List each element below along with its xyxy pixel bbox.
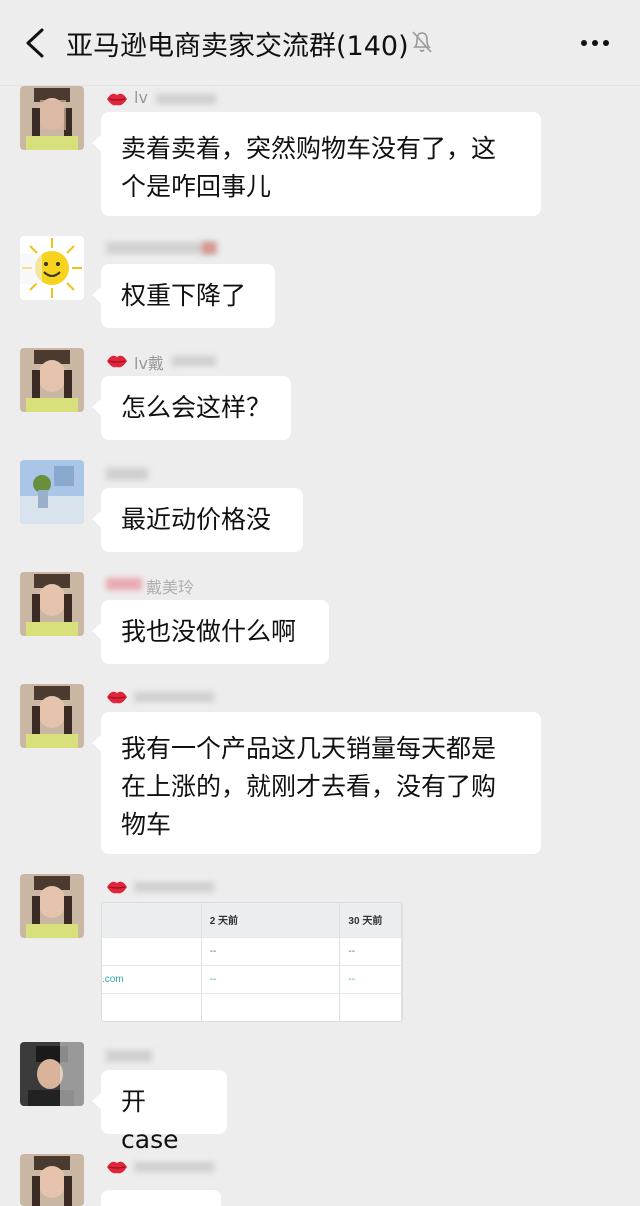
avatar[interactable] (20, 348, 84, 412)
message-item: 戴美玲 我也没做什么啊 (0, 572, 640, 672)
message-item: 开 case (0, 1042, 640, 1154)
message-item: lv戴 怎么会这样？ (0, 348, 640, 448)
message-line: 物车 (121, 810, 172, 839)
avatar[interactable] (20, 572, 84, 636)
avatar[interactable] (20, 86, 84, 150)
message-line: 权重下降了 (121, 281, 247, 310)
table-cell: -- (339, 937, 402, 966)
sender-name-redacted (156, 94, 216, 104)
message-bubble[interactable] (101, 1190, 221, 1206)
message-item (0, 1154, 640, 1206)
chevron-left-icon[interactable] (22, 26, 52, 60)
sender-name-redacted (134, 882, 214, 892)
avatar[interactable] (20, 1154, 84, 1206)
sender-name (106, 238, 226, 260)
message-item: 权重下降了 (0, 236, 640, 336)
screenshot-table: 2 天前 30 天前 -- -- .com -- -- (102, 903, 402, 1021)
sender-name (106, 876, 226, 898)
image-message[interactable]: 2 天前 30 天前 -- -- .com -- -- (101, 902, 403, 1022)
table-header-cell: 2 天前 (201, 903, 341, 938)
table-cell: -- (201, 937, 341, 966)
avatar[interactable] (20, 874, 84, 938)
message-bubble[interactable]: 卖着卖着，突然购物车没有了，这 个是咋回事儿 (92, 112, 541, 216)
message-line: 我也没做什么啊 (121, 617, 297, 646)
sender-name-redacted (106, 468, 148, 480)
message-line: 最近动价格没 (121, 505, 272, 534)
lips-icon (107, 881, 127, 894)
lips-icon (107, 355, 127, 368)
message-item: 2 天前 30 天前 -- -- .com -- -- (0, 874, 640, 1026)
sender-name-redacted (134, 692, 214, 702)
avatar[interactable] (20, 236, 84, 300)
sender-name-redacted (106, 578, 142, 590)
lips-icon (107, 691, 127, 704)
sender-name-text: lv戴 (134, 354, 164, 373)
message-line: 个是咋回事儿 (121, 172, 272, 201)
group-title: 亚马逊电商卖家交流群(140) (66, 31, 409, 62)
sender-name-text: lv (134, 88, 148, 107)
message-bubble[interactable]: 我也没做什么啊 (92, 600, 329, 664)
message-line: 我有一个产品这几天销量每天都是 (121, 734, 497, 763)
bell-off-icon (412, 31, 432, 53)
message-bubble[interactable]: 权重下降了 (92, 264, 275, 328)
sender-name-redacted (106, 242, 216, 254)
table-cell (102, 937, 202, 966)
message-line: 怎么会这样？ (121, 393, 272, 422)
table-cell: .com (102, 965, 202, 994)
message-line: 卖着卖着，突然购物车没有了，这 (121, 134, 497, 163)
message-line: 在上涨的，就刚才去看，没有了购 (121, 772, 497, 801)
message-bubble[interactable]: 怎么会这样？ (92, 376, 291, 440)
sender-name (106, 462, 226, 484)
table-cell: -- (339, 965, 402, 994)
avatar[interactable] (20, 684, 84, 748)
message-bubble[interactable]: 我有一个产品这几天销量每天都是 在上涨的，就刚才去看，没有了购 物车 (92, 712, 541, 854)
sender-name (106, 1156, 226, 1178)
message-bubble[interactable]: 最近动价格没 (92, 488, 303, 552)
sender-name: 戴美玲 (106, 574, 226, 597)
sender-name (106, 1044, 226, 1066)
sender-name: lv (106, 88, 226, 110)
sender-name-redacted (134, 1162, 214, 1172)
avatar[interactable] (20, 460, 84, 524)
lips-icon (107, 93, 127, 106)
message-item: 最近动价格没 (0, 460, 640, 560)
table-header-cell (102, 903, 202, 938)
table-header-cell: 30 天前 (339, 903, 402, 938)
sender-name (106, 686, 226, 708)
message-item: lv 卖着卖着，突然购物车没有了，这 个是咋回事儿 (0, 86, 640, 226)
sender-name-redacted (106, 1050, 152, 1062)
message-bubble[interactable]: 开 case (92, 1070, 227, 1154)
sender-name-redacted (172, 356, 216, 366)
sender-name-text: 戴美玲 (146, 578, 195, 597)
message-line: 开 case (121, 1087, 179, 1154)
table-cell: -- (201, 965, 341, 994)
avatar[interactable] (20, 1042, 84, 1106)
chat-header: 亚马逊电商卖家交流群(140) (0, 0, 640, 86)
message-item: 我有一个产品这几天销量每天都是 在上涨的，就刚才去看，没有了购 物车 (0, 684, 640, 864)
lips-icon (107, 1161, 127, 1174)
more-icon[interactable] (578, 30, 612, 56)
sender-name: lv戴 (106, 350, 226, 373)
